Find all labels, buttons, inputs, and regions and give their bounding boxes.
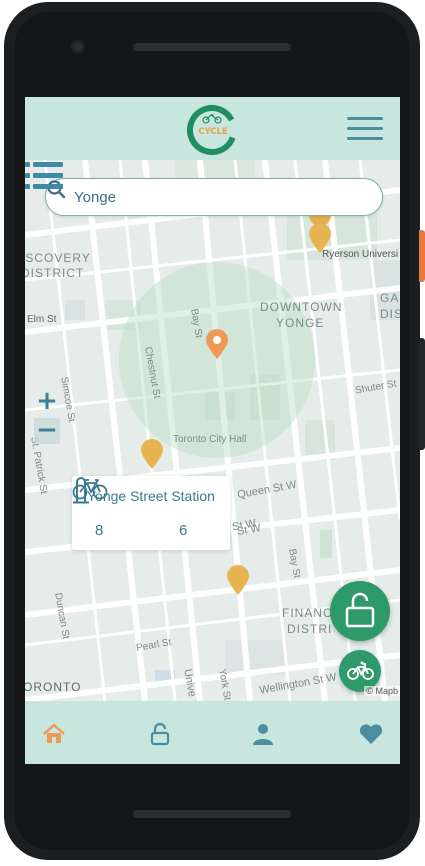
map-label-district: GA xyxy=(380,291,400,305)
app-screen: CYCLE ISCOVERY DISTRICT DOWNTOWN YONGE R… xyxy=(25,97,400,764)
map-label-district: ISCOVERY xyxy=(25,251,91,265)
map-label-district: FINANC xyxy=(282,606,333,620)
side-button-volume xyxy=(419,338,425,450)
station-list-button[interactable] xyxy=(25,160,63,192)
map-label-district: DISTRICT xyxy=(25,266,85,280)
map-label-district: YONGE xyxy=(276,316,325,330)
user-icon xyxy=(258,724,268,734)
search-bar xyxy=(45,178,383,216)
menu-line-icon xyxy=(347,137,383,140)
bottom-speaker xyxy=(133,810,291,818)
map-label-district: DISTRI xyxy=(287,622,333,636)
tab-unlock[interactable] xyxy=(147,721,173,747)
app-header: CYCLE xyxy=(25,97,400,160)
selected-location-marker-icon[interactable] xyxy=(205,328,229,360)
dock-icon xyxy=(73,477,89,504)
station-marker-icon[interactable] xyxy=(140,438,164,470)
speaker-grille xyxy=(133,43,291,51)
tab-home[interactable] xyxy=(41,721,67,747)
menu-line-icon xyxy=(347,127,383,130)
front-camera xyxy=(71,40,85,54)
unlock-icon xyxy=(345,592,375,628)
map-label-city: ORONTO xyxy=(25,680,82,694)
station-marker-icon[interactable] xyxy=(226,564,250,596)
search-input[interactable] xyxy=(74,187,324,207)
side-button-power xyxy=(419,230,425,282)
logo-text: CYCLE xyxy=(198,127,228,137)
station-popup[interactable]: Yonge Street Station 8 6 xyxy=(72,476,230,550)
zoom-out-button[interactable]: − xyxy=(34,417,60,444)
menu-line-icon xyxy=(347,117,383,120)
unlock-bike-button[interactable] xyxy=(330,581,390,641)
map-label-street: Elm St xyxy=(27,314,57,325)
unlock-icon xyxy=(153,722,167,733)
home-icon xyxy=(43,723,65,735)
heart-icon xyxy=(359,724,383,744)
available-docks-count: 6 xyxy=(179,522,188,539)
zoom-in-button[interactable]: + xyxy=(34,388,60,415)
tab-profile[interactable] xyxy=(250,721,276,747)
map-label-poi: Ryerson Universi xyxy=(322,249,399,260)
map-label-district: DOWNTOWN xyxy=(260,300,343,314)
tab-favorites[interactable] xyxy=(358,721,384,747)
ecycle-logo: CYCLE xyxy=(187,105,237,155)
map-view[interactable]: ISCOVERY DISTRICT DOWNTOWN YONGE Ryerson… xyxy=(25,160,400,701)
hamburger-menu-button[interactable] xyxy=(347,117,383,141)
map-label-district: DIS xyxy=(380,307,400,321)
zoom-controls: + − xyxy=(34,388,60,444)
map-attribution[interactable]: © Mapb xyxy=(364,686,400,696)
bottom-tab-bar xyxy=(25,701,400,764)
map-label-poi: Toronto City Hall xyxy=(173,434,247,445)
available-bikes-count: 8 xyxy=(95,522,104,539)
